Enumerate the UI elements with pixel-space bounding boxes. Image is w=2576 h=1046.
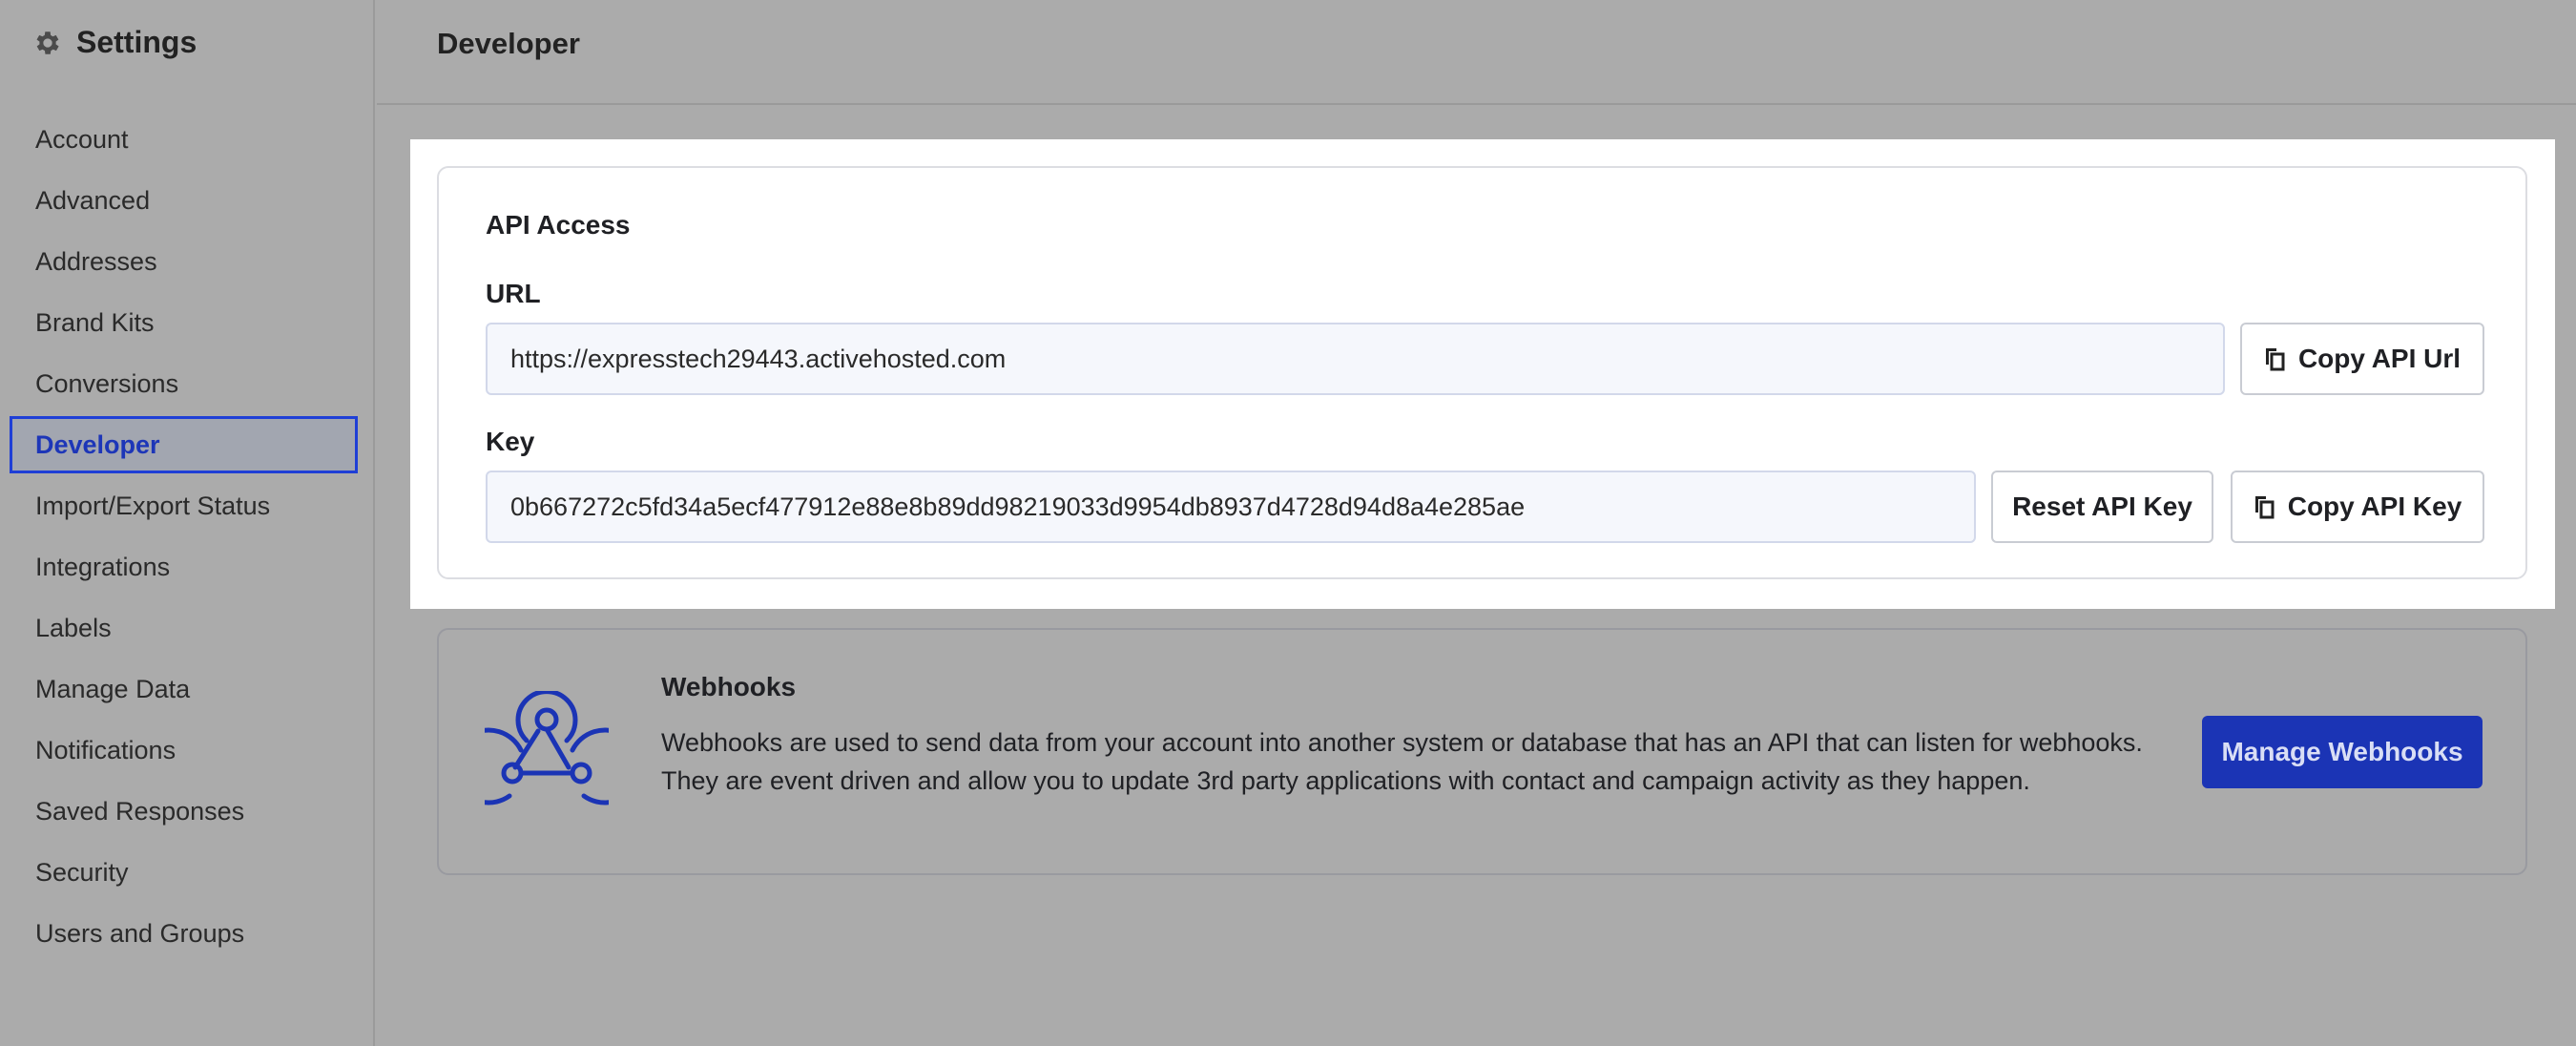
page-title: Developer: [437, 27, 580, 60]
sidebar-header: Settings: [32, 25, 197, 60]
reset-api-key-label: Reset API Key: [2012, 492, 2192, 521]
api-url-input[interactable]: [486, 323, 2225, 395]
gear-icon: [36, 31, 59, 54]
sidebar-item-labels[interactable]: Labels: [10, 599, 358, 657]
app-root: Settings Account Advanced Addresses Bran…: [0, 0, 2576, 1046]
copy-api-key-button[interactable]: Copy API Key: [2231, 471, 2484, 543]
key-label: Key: [486, 427, 535, 456]
sidebar-item-integrations[interactable]: Integrations: [10, 538, 358, 596]
copy-api-key-label: Copy API Key: [2287, 492, 2462, 521]
copy-icon: [2254, 496, 2275, 519]
sidebar-item-account[interactable]: Account: [10, 111, 358, 168]
manage-webhooks-button[interactable]: Manage Webhooks: [2202, 716, 2483, 788]
sidebar-item-notifications[interactable]: Notifications: [10, 722, 358, 779]
sidebar-item-developer[interactable]: Developer: [10, 416, 358, 473]
webhooks-card: Webhooks Webhooks are used to send data …: [437, 628, 2527, 875]
reset-api-key-button[interactable]: Reset API Key: [1991, 471, 2213, 543]
sidebar-item-users-and-groups[interactable]: Users and Groups: [10, 905, 358, 962]
sidebar-item-manage-data[interactable]: Manage Data: [10, 660, 358, 718]
url-label: URL: [486, 279, 541, 308]
sidebar-item-advanced[interactable]: Advanced: [10, 172, 358, 229]
webhooks-description: Webhooks are used to send data from your…: [661, 728, 2143, 795]
sidebar-item-import-export-status[interactable]: Import/Export Status: [10, 477, 358, 534]
sidebar-title: Settings: [76, 25, 197, 59]
copy-api-url-label: Copy API Url: [2297, 344, 2462, 373]
api-key-input[interactable]: [486, 471, 1976, 543]
page-header: Developer: [377, 0, 2576, 105]
sidebar-item-conversions[interactable]: Conversions: [10, 355, 358, 412]
sidebar-item-addresses[interactable]: Addresses: [10, 233, 358, 290]
webhook-icon: [485, 691, 609, 805]
api-access-title: API Access: [486, 210, 631, 240]
sidebar-item-security[interactable]: Security: [10, 844, 358, 901]
settings-nav: Account Advanced Addresses Brand Kits Co…: [10, 111, 358, 966]
sidebar-item-brand-kits[interactable]: Brand Kits: [10, 294, 358, 351]
settings-sidebar: Settings Account Advanced Addresses Bran…: [0, 0, 375, 1046]
sidebar-item-saved-responses[interactable]: Saved Responses: [10, 783, 358, 840]
api-access-highlight: API Access URL Copy API Url Key Reset AP…: [410, 139, 2555, 609]
copy-api-url-button[interactable]: Copy API Url: [2240, 323, 2484, 395]
copy-icon: [2265, 348, 2285, 371]
api-access-card: API Access URL Copy API Url Key Reset AP…: [437, 166, 2527, 579]
webhooks-title: Webhooks: [661, 672, 797, 701]
